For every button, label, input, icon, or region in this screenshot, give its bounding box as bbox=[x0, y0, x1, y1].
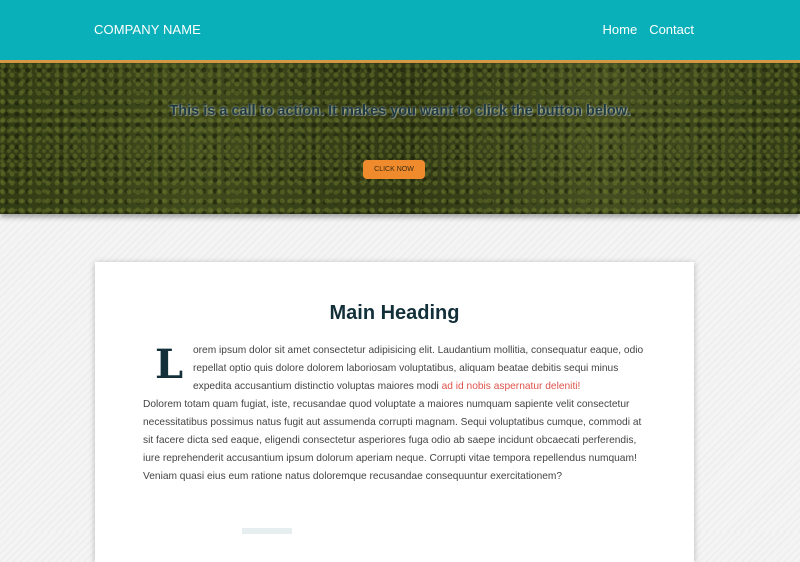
nav-link-contact[interactable]: Contact bbox=[649, 22, 694, 37]
drop-cap: L bbox=[155, 341, 184, 388]
nav-link-home[interactable]: Home bbox=[603, 22, 638, 37]
paragraph-rest: Dolorem totam quam fugiat, iste, recusan… bbox=[143, 399, 642, 482]
hero-banner: This is a call to action. It makes you w… bbox=[0, 63, 800, 214]
image-placeholder bbox=[242, 528, 292, 534]
main-nav: Home Contact bbox=[603, 22, 695, 37]
forest-background-image bbox=[0, 63, 800, 214]
article-paragraph: Lorem ipsum dolor sit amet consectetur a… bbox=[143, 342, 647, 486]
site-header: COMPANY NAME Home Contact bbox=[0, 0, 800, 63]
call-to-action-text: This is a call to action. It makes you w… bbox=[169, 103, 631, 119]
company-name-logo[interactable]: COMPANY NAME bbox=[94, 22, 201, 37]
main-heading: Main Heading bbox=[329, 302, 460, 324]
click-now-button[interactable]: CLICK NOW bbox=[363, 160, 425, 179]
content-card: Main Heading Lorem ipsum dolor sit amet … bbox=[95, 262, 694, 562]
highlighted-text: ad id nobis aspernatur deleniti! bbox=[441, 381, 581, 392]
